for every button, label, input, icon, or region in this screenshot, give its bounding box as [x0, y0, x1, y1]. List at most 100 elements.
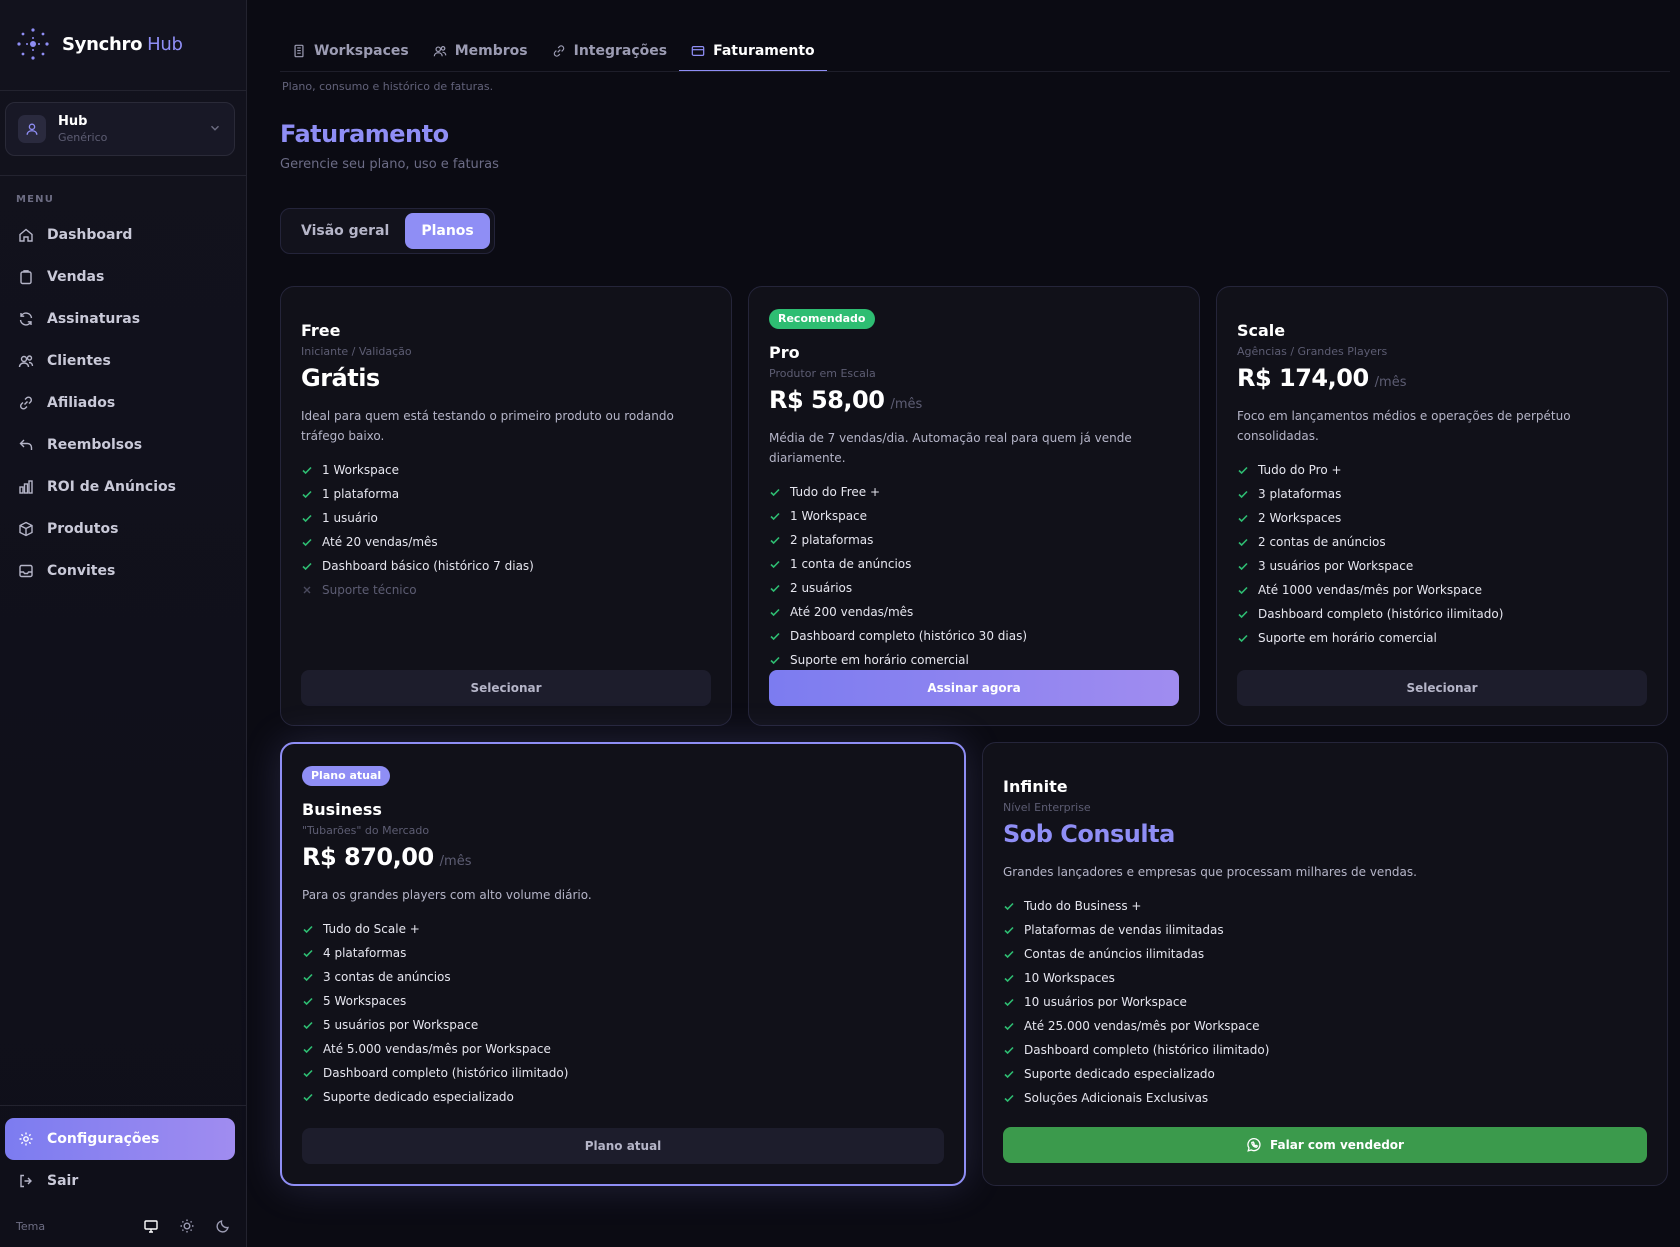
plan-tagline: Nível Enterprise — [1003, 801, 1091, 814]
tab-membros[interactable]: Membros — [421, 30, 540, 71]
feature-item: Tudo do Business + — [1003, 894, 1647, 918]
feature-item: 1 conta de anúncios — [769, 552, 1179, 576]
tab-workspaces[interactable]: Workspaces — [280, 30, 421, 71]
box-icon — [19, 521, 33, 537]
feature-text: Até 5.000 vendas/mês por Workspace — [323, 1042, 551, 1056]
check-icon — [1238, 634, 1248, 643]
sidebar-item-roi-anuncios[interactable]: ROI de Anúncios — [5, 466, 235, 508]
plan-price: Sob Consulta — [1003, 820, 1647, 848]
feature-item: 1 usuário — [301, 506, 711, 530]
select-plan-button[interactable]: Selecionar — [301, 670, 711, 706]
segment-planos[interactable]: Planos — [405, 213, 490, 249]
plan-tagline: Agências / Grandes Players — [1237, 345, 1388, 358]
sidebar-item-label: Vendas — [47, 269, 105, 285]
check-icon — [1004, 974, 1014, 983]
feature-item: Contas de anúncios ilimitadas — [1003, 942, 1647, 966]
workspace-name: Hub — [58, 113, 88, 129]
home-icon — [19, 228, 33, 242]
feature-item: Suporte em horário comercial — [769, 648, 1179, 672]
sidebar-item-dashboard[interactable]: Dashboard — [5, 214, 235, 256]
feature-item: Dashboard completo (histórico ilimitado) — [302, 1061, 944, 1085]
feature-item: Suporte dedicado especializado — [302, 1085, 944, 1109]
check-icon — [1238, 466, 1248, 475]
sun-icon[interactable] — [179, 1218, 195, 1234]
tabs-divider — [280, 71, 1670, 72]
brand-logo[interactable]: Synchro Hub — [14, 24, 183, 64]
check-icon — [302, 562, 312, 571]
moon-icon[interactable] — [215, 1218, 231, 1234]
divider — [0, 90, 247, 91]
tab-faturamento[interactable]: Faturamento — [679, 30, 827, 72]
tab-integracoes[interactable]: Integrações — [540, 30, 679, 71]
current-plan-button[interactable]: Plano atual — [302, 1128, 944, 1164]
sidebar-item-assinaturas[interactable]: Assinaturas — [5, 298, 235, 340]
feature-item: 1 Workspace — [301, 458, 711, 482]
sidebar-item-produtos[interactable]: Produtos — [5, 508, 235, 550]
check-icon — [770, 584, 780, 593]
feature-item: Dashboard básico (histórico 7 dias) — [301, 554, 711, 578]
sidebar: Synchro Hub Hub Genérico MENU Dashboard V… — [0, 0, 247, 1247]
feature-item: 2 contas de anúncios — [1237, 530, 1647, 554]
feature-text: 3 plataformas — [1258, 487, 1342, 501]
segment-visao-geral[interactable]: Visão geral — [285, 213, 405, 249]
sidebar-item-afiliados[interactable]: Afiliados — [5, 382, 235, 424]
plan-description: Ideal para quem está testando o primeiro… — [301, 409, 674, 443]
feature-list: 1 Workspace 1 plataforma 1 usuário Até 2… — [301, 458, 711, 602]
check-icon — [1004, 926, 1014, 935]
feature-text: Dashboard completo (histórico ilimitado) — [1258, 607, 1504, 621]
sidebar-item-convites[interactable]: Convites — [5, 550, 235, 592]
feature-text: Contas de anúncios ilimitadas — [1024, 947, 1205, 961]
sidebar-item-clientes[interactable]: Clientes — [5, 340, 235, 382]
plan-description: Média de 7 vendas/dia. Automação real pa… — [769, 431, 1132, 465]
plan-name: Scale — [1237, 321, 1286, 340]
plan-name: Infinite — [1003, 777, 1068, 796]
link-icon — [19, 396, 33, 410]
feature-list: Tudo do Free + 1 Workspace 2 plataformas… — [769, 480, 1179, 672]
check-icon — [1238, 514, 1248, 523]
feature-item: Plataformas de vendas ilimitadas — [1003, 918, 1647, 942]
workspace-switcher[interactable]: Hub Genérico — [5, 102, 235, 156]
feature-item: Dashboard completo (histórico ilimitado) — [1003, 1038, 1647, 1062]
sidebar-item-sair[interactable]: Sair — [5, 1160, 235, 1202]
select-plan-button[interactable]: Selecionar — [1237, 670, 1647, 706]
contact-sales-button[interactable]: Falar com vendedor — [1003, 1127, 1647, 1163]
feature-text: Soluções Adicionais Exclusivas — [1024, 1091, 1209, 1105]
plan-tagline: "Tubarões" do Mercado — [302, 824, 430, 837]
feature-item: Tudo do Scale + — [302, 917, 944, 941]
sidebar-item-vendas[interactable]: Vendas — [5, 256, 235, 298]
check-icon — [302, 538, 312, 547]
sidebar-item-configuracoes[interactable]: Configurações — [5, 1118, 235, 1160]
monitor-icon[interactable] — [143, 1218, 159, 1234]
subscribe-button[interactable]: Assinar agora — [769, 670, 1179, 706]
feature-item: 10 usuários por Workspace — [1003, 990, 1647, 1014]
plan-price-value: Grátis — [301, 364, 380, 392]
plan-name: Pro — [769, 343, 800, 362]
brand-name-suffix: Hub — [147, 33, 183, 55]
plan-price: Grátis — [301, 364, 711, 392]
check-icon — [1004, 1094, 1014, 1103]
workspace-sub: Genérico — [58, 130, 108, 144]
check-icon — [1238, 538, 1248, 547]
sidebar-item-label: Convites — [47, 563, 116, 579]
tab-label: Faturamento — [713, 42, 815, 59]
check-icon — [1004, 998, 1014, 1007]
sidebar-item-reembolsos[interactable]: Reembolsos — [5, 424, 235, 466]
feature-item: Até 20 vendas/mês — [301, 530, 711, 554]
feature-text: Até 200 vendas/mês — [790, 605, 914, 619]
feature-text: Suporte dedicado especializado — [1024, 1067, 1215, 1081]
feature-text: 2 Workspaces — [1258, 511, 1342, 525]
page-title: Faturamento — [280, 120, 449, 148]
feature-text: Dashboard completo (histórico ilimitado) — [323, 1066, 569, 1080]
check-icon — [302, 514, 312, 523]
sidebar-item-label: Dashboard — [47, 227, 133, 243]
plan-price-value: R$ 870,00 — [302, 843, 434, 871]
check-icon — [303, 973, 313, 982]
feature-list: Tudo do Pro + 3 plataformas 2 Workspaces… — [1237, 458, 1647, 650]
tab-label: Membros — [454, 42, 528, 59]
check-icon — [302, 490, 312, 499]
credit-card-icon — [691, 45, 705, 56]
check-icon — [302, 466, 312, 475]
sidebar-nav: Dashboard Vendas Assinaturas Clientes Af… — [5, 214, 235, 592]
check-icon — [303, 1069, 313, 1078]
feature-list: Tudo do Business + Plataformas de vendas… — [1003, 894, 1647, 1110]
